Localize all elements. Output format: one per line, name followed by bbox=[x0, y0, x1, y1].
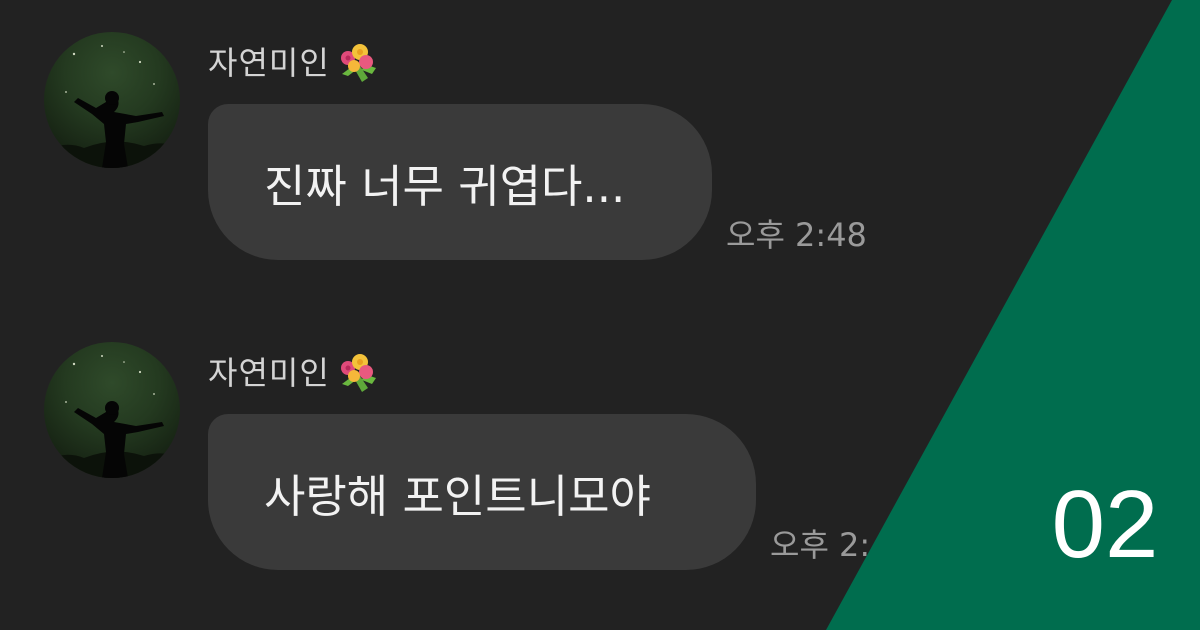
chat-screenshot: 자연미인 진짜 너무 귀엽다... 오후 2:48 자연미인 사랑해 포인트니모… bbox=[0, 0, 1200, 630]
message-text: 진짜 너무 귀엽다... bbox=[264, 159, 626, 213]
sender-name-label: 자연미인 bbox=[208, 354, 330, 392]
person-silhouette-icon bbox=[44, 355, 180, 478]
chat-message: 자연미인 진짜 너무 귀엽다... 오후 2:48 bbox=[0, 0, 1200, 260]
person-silhouette-icon bbox=[44, 45, 180, 168]
page-number: 02 bbox=[1051, 471, 1159, 578]
message-timestamp: 오후 2:48 bbox=[770, 526, 911, 564]
avatar[interactable] bbox=[44, 32, 180, 168]
sender-name-label: 자연미인 bbox=[208, 44, 330, 82]
sender-name: 자연미인 bbox=[208, 346, 380, 396]
chat-message: 자연미인 사랑해 포인트니모야 오후 2:48 bbox=[0, 310, 1200, 570]
message-timestamp: 오후 2:48 bbox=[726, 216, 867, 254]
message-bubble[interactable]: 진짜 너무 귀엽다... bbox=[208, 104, 712, 260]
message-bubble[interactable]: 사랑해 포인트니모야 bbox=[208, 414, 756, 570]
sender-name: 자연미인 bbox=[208, 36, 380, 86]
avatar[interactable] bbox=[44, 342, 180, 478]
message-text: 사랑해 포인트니모야 bbox=[264, 469, 651, 523]
bouquet-icon bbox=[340, 44, 376, 82]
bouquet-icon bbox=[340, 354, 376, 392]
